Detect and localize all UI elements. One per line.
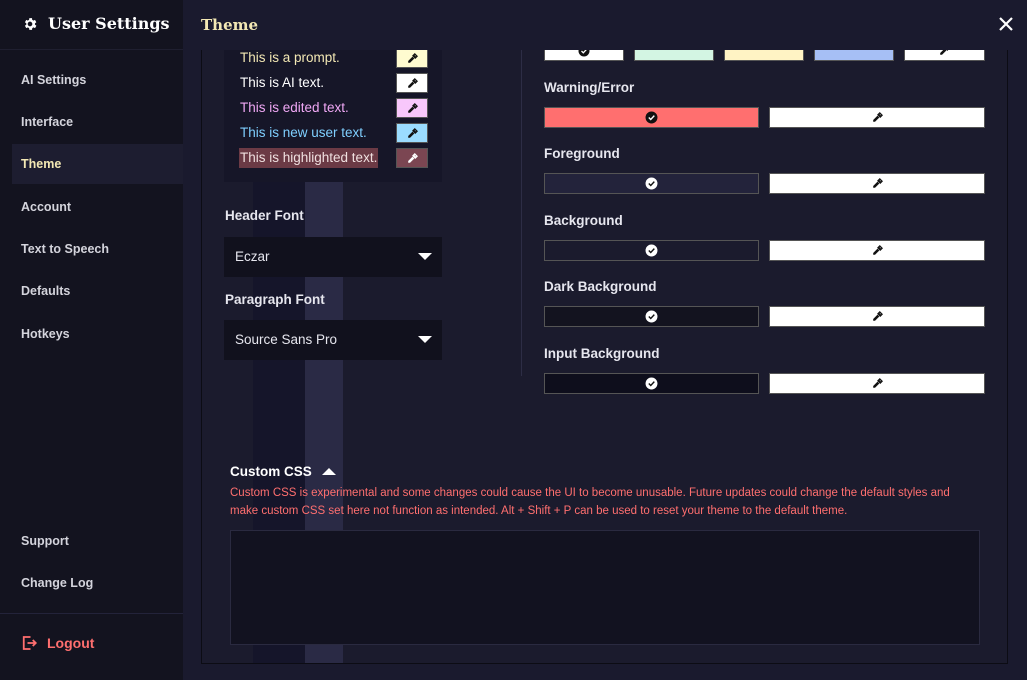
ai-color-swatch[interactable]	[396, 73, 428, 93]
foreground-swatch[interactable]	[544, 173, 759, 194]
sidebar-title: User Settings	[48, 14, 170, 33]
color-swatch-partial-3[interactable]	[724, 50, 804, 61]
input-background-swatch[interactable]	[544, 373, 759, 394]
color-swatch-partial-2[interactable]	[634, 50, 714, 61]
header-font-value: Eczar	[235, 249, 270, 264]
eyedropper-icon	[872, 245, 883, 255]
warning-error-label: Warning/Error	[544, 80, 635, 95]
logout-button[interactable]: Logout	[20, 630, 94, 656]
sidebar-item-text-to-speech[interactable]: Text to Speech	[12, 229, 183, 269]
new-user-text-sample: This is new user text.	[240, 125, 367, 140]
background-custom-picker[interactable]	[769, 240, 985, 261]
sidebar-item-interface[interactable]: Interface	[12, 102, 183, 142]
eyedropper-icon	[407, 152, 418, 163]
warning-error-swatch[interactable]	[544, 107, 759, 128]
check-icon	[578, 50, 590, 56]
check-icon	[645, 177, 658, 190]
sidebar-item-change-log[interactable]: Change Log	[12, 563, 183, 603]
prompt-text-sample: This is a prompt.	[240, 50, 340, 65]
color-swatch-partial-4[interactable]	[814, 50, 894, 61]
header-font-select[interactable]: Eczar	[224, 237, 442, 277]
eyedropper-icon	[407, 77, 418, 88]
custom-css-input[interactable]	[230, 530, 980, 645]
edited-color-swatch[interactable]	[396, 98, 428, 118]
sidebar: User Settings AI Settings Interface Them…	[0, 0, 183, 680]
color-swatch-partial-1[interactable]	[544, 50, 624, 61]
custom-css-toggle[interactable]: Custom CSS	[230, 464, 336, 479]
logout-icon	[22, 636, 38, 650]
background-swatch[interactable]	[544, 240, 759, 261]
close-icon[interactable]	[997, 15, 1015, 33]
sidebar-divider	[0, 613, 183, 614]
custom-css-label: Custom CSS	[230, 464, 312, 479]
highlighted-text-sample: This is highlighted text.	[239, 148, 379, 168]
column-divider	[521, 50, 522, 376]
sidebar-item-hotkeys[interactable]: Hotkeys	[12, 314, 183, 354]
chevron-down-icon	[418, 253, 432, 260]
custom-css-warning: Custom CSS is experimental and some chan…	[230, 487, 950, 517]
check-icon	[645, 111, 658, 124]
gear-icon	[24, 18, 37, 30]
top-bar: Theme	[183, 0, 1027, 50]
background-label: Background	[544, 213, 623, 228]
ai-text-sample: This is AI text.	[240, 75, 325, 90]
color-swatch-partial-5[interactable]	[904, 50, 985, 61]
dark-background-custom-picker[interactable]	[769, 306, 985, 327]
sidebar-header: User Settings	[0, 0, 183, 50]
eyedropper-icon	[872, 112, 883, 122]
prompt-color-swatch[interactable]	[396, 50, 428, 68]
theme-panel: This is a prompt. This is AI text. This …	[201, 50, 1008, 664]
input-background-custom-picker[interactable]	[769, 373, 985, 394]
eyedropper-icon	[407, 102, 418, 113]
check-icon	[645, 244, 658, 257]
eyedropper-icon	[872, 311, 883, 321]
chevron-up-icon	[321, 468, 336, 475]
sidebar-item-support[interactable]: Support	[12, 521, 183, 561]
dark-background-swatch[interactable]	[544, 306, 759, 327]
sidebar-item-account[interactable]: Account	[12, 187, 183, 227]
paragraph-font-value: Source Sans Pro	[235, 332, 338, 347]
chevron-down-icon	[418, 336, 432, 343]
logout-label: Logout	[47, 635, 95, 651]
edited-text-sample: This is edited text.	[240, 100, 349, 115]
new-user-color-swatch[interactable]	[396, 123, 428, 143]
sidebar-item-defaults[interactable]: Defaults	[12, 271, 183, 311]
eyedropper-icon	[940, 50, 949, 55]
sidebar-item-theme[interactable]: Theme	[12, 144, 183, 184]
page-title: Theme	[201, 16, 259, 34]
eyedropper-icon	[407, 52, 418, 63]
highlighted-color-swatch[interactable]	[396, 148, 428, 168]
eyedropper-icon	[407, 127, 418, 138]
eyedropper-icon	[872, 378, 883, 388]
header-font-label: Header Font	[225, 208, 304, 223]
check-icon	[645, 310, 658, 323]
paragraph-font-select[interactable]: Source Sans Pro	[224, 320, 442, 360]
input-background-label: Input Background	[544, 346, 660, 361]
warning-error-custom-picker[interactable]	[769, 107, 985, 128]
sidebar-item-ai-settings[interactable]: AI Settings	[12, 60, 183, 100]
paragraph-font-label: Paragraph Font	[225, 292, 325, 307]
foreground-custom-picker[interactable]	[769, 173, 985, 194]
check-icon	[645, 377, 658, 390]
foreground-label: Foreground	[544, 146, 620, 161]
eyedropper-icon	[872, 178, 883, 188]
dark-background-label: Dark Background	[544, 279, 657, 294]
